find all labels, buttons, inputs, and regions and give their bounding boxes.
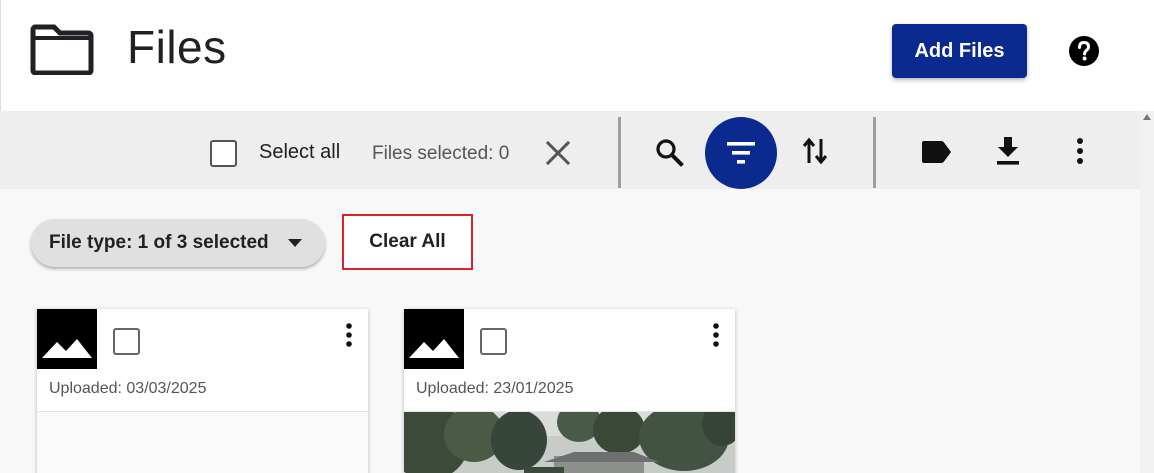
files-panel: Select all Files selected: 0 File type: …	[0, 111, 1140, 473]
download-icon[interactable]	[994, 135, 1022, 167]
file-select-checkbox[interactable]	[113, 328, 140, 355]
more-vert-icon[interactable]	[337, 321, 361, 351]
file-type-chip-label: File type: 1 of 3 selected	[49, 232, 269, 253]
file-card[interactable]: Uploaded: 03/03/2025	[37, 309, 368, 473]
file-select-checkbox[interactable]	[480, 328, 507, 355]
toolbar-divider	[873, 117, 876, 188]
file-type-filter-chip[interactable]: File type: 1 of 3 selected	[31, 219, 325, 267]
files-selected-count: Files selected: 0	[372, 143, 510, 164]
scrollbar[interactable]	[1140, 111, 1154, 473]
file-preview-photo[interactable]	[404, 412, 735, 473]
more-vert-icon[interactable]	[1066, 135, 1094, 167]
search-icon[interactable]	[654, 137, 684, 167]
add-files-button[interactable]: Add Files	[892, 24, 1027, 78]
upload-date: Uploaded: 23/01/2025	[416, 380, 574, 397]
image-icon	[404, 309, 464, 369]
label-icon[interactable]	[919, 138, 953, 166]
sort-icon[interactable]	[800, 135, 830, 167]
app-header: Files Add Files	[0, 0, 1154, 111]
filter-icon	[727, 142, 755, 164]
scroll-up-arrow-icon[interactable]	[1143, 114, 1151, 120]
image-icon	[37, 309, 97, 369]
close-icon[interactable]	[545, 140, 571, 166]
select-all-checkbox[interactable]	[210, 140, 237, 167]
toolbar-divider	[618, 117, 621, 188]
file-preview[interactable]	[37, 412, 368, 473]
clear-all-button[interactable]: Clear All	[342, 214, 473, 270]
folder-icon	[30, 24, 94, 75]
more-vert-icon[interactable]	[704, 321, 728, 351]
page-title: Files	[127, 21, 227, 73]
chevron-down-icon	[288, 239, 302, 247]
help-icon[interactable]	[1068, 35, 1100, 67]
select-all-label[interactable]: Select all	[259, 141, 340, 164]
files-toolbar: Select all Files selected: 0	[0, 111, 1140, 189]
filter-button[interactable]	[705, 117, 777, 189]
file-card[interactable]: Uploaded: 23/01/2025	[404, 309, 735, 473]
upload-date: Uploaded: 03/03/2025	[49, 380, 207, 397]
